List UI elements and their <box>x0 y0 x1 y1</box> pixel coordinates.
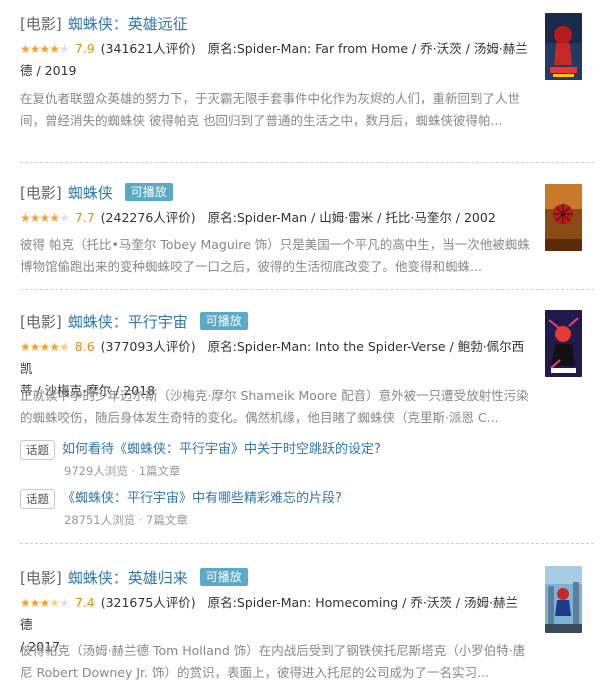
divider <box>20 289 594 290</box>
playable-badge[interactable]: 可播放 <box>124 183 173 201</box>
topic-title-link[interactable]: 如何看待《蜘蛛侠：平行宇宙》中关于时空跳跃的设定? <box>62 440 381 460</box>
rating-score: 7.4 <box>74 595 95 610</box>
result-title-row: [电影] 蜘蛛侠：平行宇宙 可播放 <box>20 310 248 332</box>
topic-tag: 话题 <box>20 489 55 509</box>
movie-synopsis: 正就读中学的少年迈尔斯（沙梅克·摩尔 Shameik Moore 配音）意外被一… <box>20 388 529 425</box>
playable-badge[interactable]: 可播放 <box>199 312 248 330</box>
rating-stars-icon: ★★★★★ <box>20 340 70 354</box>
category-label: [电影] <box>20 312 62 331</box>
rating-stars-icon: ★★★★★ <box>20 211 70 225</box>
result-title-row: [电影] 蜘蛛侠 可播放 <box>20 181 173 203</box>
movie-synopsis: 彼得帕克（汤姆·赫兰德 Tom Holland 饰）在内战后受到了钢铁侠托尼斯塔… <box>20 643 526 680</box>
vote-count: (377093人评价) <box>100 339 196 354</box>
result-title-row: [电影] 蜘蛛侠：英雄归来 可播放 <box>20 566 248 588</box>
result-item: [电影] 蜘蛛侠：平行宇宙 可播放 ★★★★★ 8.6 (377093人评价) 原名… <box>20 310 602 435</box>
result-title-row: [电影] 蜘蛛侠：英雄远征 <box>20 12 188 34</box>
topic-item: 话题 如何看待《蜘蛛侠：平行宇宙》中关于时空跳跃的设定? 9729人浏览 · 1… <box>20 440 560 482</box>
rating-meta: ★★★★★ 7.7 (242276人评价) 原名:Spider-Man / 山姆·雷… <box>20 207 530 229</box>
topic-stats: 9729人浏览 · 1篇文章 <box>64 464 181 478</box>
movie-title-link[interactable]: 蜘蛛侠：英雄归来 <box>68 567 188 588</box>
category-label: [电影] <box>20 183 62 202</box>
rating-score: 7.9 <box>74 41 95 56</box>
movie-title-link[interactable]: 蜘蛛侠 <box>68 182 113 203</box>
topic-title-link[interactable]: 《蜘蛛侠：平行宇宙》中有哪些精彩难忘的片段? <box>62 489 342 509</box>
original-name-line-cont: 德 / 2019 <box>20 63 77 78</box>
movie-synopsis: 彼得 帕克（托比•马奎尔 Tobey Maguire 饰）只是美国一个平凡的高中… <box>20 237 530 274</box>
poster-homecoming[interactable] <box>545 566 582 633</box>
vote-count: (242276人评价) <box>100 210 196 225</box>
rating-stars-icon: ★★★★★ <box>20 42 70 56</box>
topic-tag: 话题 <box>20 440 55 460</box>
poster-far-from-home[interactable] <box>545 13 582 80</box>
poster-image <box>545 13 582 80</box>
vote-count: (321675人评价) <box>100 595 196 610</box>
original-name-line: 原名:Spider-Man / 山姆·雷米 / 托比·马奎尔 / 2002 <box>207 210 496 225</box>
poster-image <box>545 566 582 633</box>
topic-stats: 28751人浏览 · 7篇文章 <box>64 513 188 527</box>
result-item: [电影] 蜘蛛侠：英雄远征 ★★★★★ 7.9 (341621人评价) 原名:Spi… <box>20 12 602 152</box>
category-label: [电影] <box>20 568 62 587</box>
poster-into-the-spider-verse[interactable] <box>545 310 582 377</box>
poster-image <box>545 310 582 377</box>
rating-score: 7.7 <box>74 210 95 225</box>
result-item: [电影] 蜘蛛侠：英雄归来 可播放 ★★★★★ 7.4 (321675人评价) 原名… <box>20 566 602 691</box>
topic-item: 话题 《蜘蛛侠：平行宇宙》中有哪些精彩难忘的片段? 28751人浏览 · 7篇文… <box>20 489 560 531</box>
movie-title-link[interactable]: 蜘蛛侠：平行宇宙 <box>68 311 188 332</box>
rating-score: 8.6 <box>74 339 95 354</box>
rating-meta: ★★★★★ 7.9 (341621人评价) 原名:Spider-Man: Far f… <box>20 38 530 82</box>
movie-title-link[interactable]: 蜘蛛侠：英雄远征 <box>68 13 188 34</box>
rating-stars-icon: ★★★★★ <box>20 596 70 610</box>
movie-synopsis: 在复仇者联盟众英雄的努力下，于灭霸无限手套事件中化作为灰烬的人们，重新回到了人世… <box>20 91 521 128</box>
original-name-line: 原名:Spider-Man: Into the Spider-Verse / 鲍… <box>20 339 525 376</box>
result-item: [电影] 蜘蛛侠 可播放 ★★★★★ 7.7 (242276人评价) 原名:Spid… <box>20 181 602 281</box>
divider <box>20 543 594 544</box>
playable-badge[interactable]: 可播放 <box>199 568 248 586</box>
divider <box>20 162 594 163</box>
original-name-line: 原名:Spider-Man: Far from Home / 乔·沃茨 / 汤姆… <box>207 41 528 56</box>
poster-image <box>545 184 582 251</box>
vote-count: (341621人评价) <box>100 41 196 56</box>
poster-spider-man-2002[interactable] <box>545 184 582 251</box>
category-label: [电影] <box>20 14 62 33</box>
